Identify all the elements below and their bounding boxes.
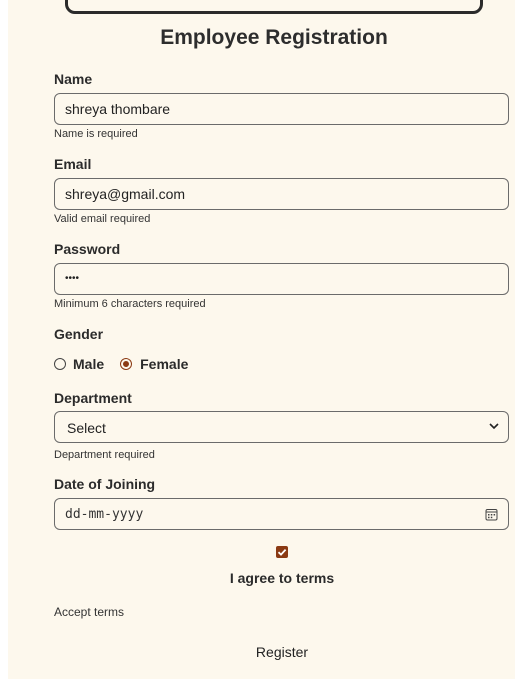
email-input[interactable] [54, 178, 509, 210]
password-input[interactable]: •••• [54, 263, 509, 295]
date-placeholder: dd-mm-yyyy [65, 507, 144, 522]
calendar-icon[interactable] [485, 508, 498, 521]
password-mask: •••• [65, 273, 80, 284]
department-selected-value: Select [67, 420, 106, 436]
name-error: Name is required [54, 128, 138, 140]
password-label: Password [54, 241, 121, 257]
top-frame [65, 0, 483, 14]
chevron-down-icon [489, 423, 499, 430]
date-input[interactable]: dd-mm-yyyy [54, 498, 509, 530]
password-error: Minimum 6 characters required [54, 298, 206, 310]
name-input[interactable] [54, 93, 509, 125]
gender-female-label[interactable]: Female [140, 356, 188, 372]
page-title: Employee Registration [160, 26, 388, 49]
name-label: Name [54, 71, 93, 87]
gender-female-radio[interactable] [120, 358, 133, 370]
gender-radio-group: Male Female [54, 355, 188, 373]
terms-helper: Accept terms [54, 605, 125, 619]
department-label: Department [54, 390, 132, 406]
terms-label[interactable]: I agree to terms [8, 570, 515, 586]
gender-label: Gender [54, 326, 104, 342]
department-error: Department required [54, 449, 155, 461]
checkmark-icon [277, 548, 287, 556]
email-error: Valid email required [54, 213, 151, 225]
gender-male-label[interactable]: Male [73, 356, 104, 372]
terms-checkbox[interactable] [276, 546, 288, 558]
email-label: Email [54, 156, 92, 172]
date-label: Date of Joining [54, 476, 156, 492]
gender-male-radio[interactable] [54, 358, 66, 370]
department-select[interactable]: Select [54, 411, 509, 443]
register-button[interactable]: Register [230, 640, 334, 664]
registration-card: Employee Registration Name Name is requi… [8, 0, 515, 679]
